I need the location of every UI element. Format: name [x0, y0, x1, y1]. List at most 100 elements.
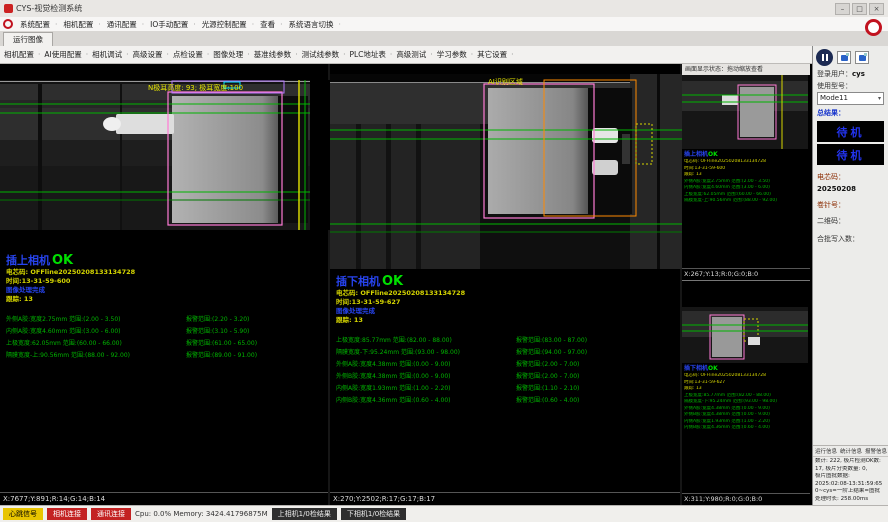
tool-other-settings[interactable]: 其它设置	[477, 49, 517, 60]
upper-camera-result-pill: 上相机1/0检结果	[272, 508, 337, 520]
window-controls: – □ ×	[835, 3, 884, 15]
gripper-image	[116, 114, 174, 134]
total-result-label: 总结果：	[813, 107, 888, 119]
lower-total-result: 待机	[817, 144, 884, 165]
tool-image-process[interactable]: 图像处理	[213, 49, 253, 60]
lower-status-line: 图像处理完成	[336, 307, 674, 316]
lower-barcode-line: 电芯码: OFFline20250208133134728	[336, 289, 674, 298]
lower-ok-badge: OK	[382, 274, 403, 289]
login-user-row: 登录用户：cys	[813, 68, 888, 80]
upper-camera-view[interactable]: N极耳高度: 93; 极耳宽度:100	[0, 80, 330, 230]
upper-status-line: 图像处理完成	[6, 286, 322, 295]
lower-camera-panel: AI识别区域 插下相机OK 电芯码: OFFline20250208133134…	[330, 64, 682, 505]
menu-camera-config[interactable]: 相机配置	[60, 19, 103, 30]
cell-image	[172, 96, 278, 223]
qr-code-row: 二维码：	[813, 215, 888, 227]
measure-row: 隔膜宽度-下:95.24mm 范围:(93.00 - 98.00)报警范围:(9…	[336, 347, 674, 359]
lower-measurements: 上极宽度:85.77mm 范围:(82.00 - 88.00)报警范围:(83.…	[336, 335, 674, 407]
tool-learn-params[interactable]: 学习参数	[437, 49, 477, 60]
upper-barcode-line: 电芯码: OFFline20250208133134728	[6, 268, 322, 277]
measure-row: 内侧B胶:宽度4.36mm 范围:(0.60 - 4.00)报警范围:(0.60…	[336, 395, 674, 407]
brand-logo-icon	[3, 19, 13, 29]
menu-light-control[interactable]: 光源控制配置	[199, 19, 257, 30]
measure-row: 隔膜宽度-上:90.56mm 范围:(88.00 - 92.00)报警范围:(8…	[6, 350, 322, 362]
upper-camera-panel: N极耳高度: 93; 极耳宽度:100 插上相机OK 电芯码: OFFline2…	[0, 64, 330, 505]
menu-comm-config[interactable]: 通讯配置	[104, 19, 147, 30]
upper-result-title: 插上相机OK	[6, 254, 322, 268]
heartbeat-status-badge: 心跳信号	[3, 508, 43, 520]
pause-button[interactable]	[816, 49, 833, 66]
app-icon	[4, 4, 13, 13]
upper-track-line: 跟踪: 13	[6, 295, 322, 304]
measure-row: 内侧A胶:宽度4.60mm 范围:(3.00 - 6.00)报警范围:(3.10…	[6, 326, 322, 338]
app-window: CYS-视觉检测系统 – □ × 系统配置 相机配置 通讯配置 IO手动配置 光…	[0, 0, 888, 522]
lower-pixel-coords: X:270;Y:2502;R:17;G:17;B:17	[330, 492, 680, 505]
tab-stats-info[interactable]: 统计信息	[840, 447, 862, 455]
lower-preview-block: 插下相机OK 电芯码: OFFline20250208133134728 时间:…	[682, 281, 810, 505]
tool-advanced[interactable]: 高级设置	[133, 49, 173, 60]
menu-io-manual[interactable]: IO手动配置	[147, 19, 199, 30]
lower-preview-coords: X:311;Y:980;R:0;G:0;B:0	[682, 493, 810, 505]
upper-result-block: 插上相机OK 电芯码: OFFline20250208133134728 时间:…	[0, 254, 328, 362]
brand-emblem-icon	[865, 19, 882, 36]
batch-write-row: 合批写入数：	[813, 233, 888, 245]
lower-track-line: 跟踪: 13	[336, 316, 674, 325]
menu-system-config[interactable]: 系统配置	[17, 19, 60, 30]
tool-ai-config[interactable]: AI使用配置	[44, 49, 92, 60]
upper-ok-badge: OK	[52, 253, 73, 268]
upper-pixel-coords: X:7677;Y:891;R:14;G:14;B:14	[0, 492, 328, 505]
tool-test-params[interactable]: 测试线参数	[302, 49, 350, 60]
close-button[interactable]: ×	[869, 3, 884, 15]
upper-preview-view[interactable]	[682, 75, 808, 149]
bright-spot	[592, 160, 618, 175]
lower-camera-result-pill: 下相机1/0检结果	[341, 508, 406, 520]
tab-run-info[interactable]: 运行信息	[815, 447, 837, 455]
minimize-button[interactable]: –	[835, 3, 850, 15]
tool-spot-check[interactable]: 点检设置	[173, 49, 213, 60]
upper-overlay-label: N极耳高度: 93; 极耳宽度:100	[148, 83, 243, 92]
login-user-value: cys	[852, 70, 865, 78]
lower-preview-text: 插下相机OK 电芯码: OFFline20250208133134728 时间:…	[682, 363, 810, 493]
sidebar: 登录用户：cys 使用型号： Mode11▾ 总结果： 待机 待机 电芯码： 2…	[812, 46, 888, 505]
tool-baseline[interactable]: 基准线参数	[254, 49, 302, 60]
tool-advanced-test[interactable]: 高级测试	[396, 49, 436, 60]
camera-snapshot-icon[interactable]	[837, 51, 851, 64]
camera-connect-badge: 相机连接	[47, 508, 87, 520]
lower-time-line: 时间:13-31-59-627	[336, 298, 674, 307]
measure-row: 外侧B胶:宽度4.38mm 范围:(0.00 - 9.00)报警范围:(2.00…	[336, 371, 674, 383]
cell-image	[488, 88, 588, 214]
cell-code-value: 20250208	[813, 183, 888, 195]
chevron-down-icon: ▾	[878, 93, 881, 104]
lower-preview-view[interactable]	[682, 307, 808, 363]
tab-alarm-info[interactable]: 报警信息	[865, 447, 887, 455]
upper-preview-block: 插上相机OK 电芯码: OFFline20250208133134728 时间:…	[682, 75, 810, 281]
model-select[interactable]: Mode11▾	[817, 92, 884, 105]
measure-row: 外侧A胶:宽度4.38mm 范围:(0.00 - 9.00)报警范围:(2.00…	[336, 359, 674, 371]
measure-row: 上极宽度:85.77mm 范围:(82.00 - 88.00)报警范围:(83.…	[336, 335, 674, 347]
maximize-button[interactable]: □	[852, 3, 867, 15]
tab-run-image[interactable]: 运行图像	[3, 32, 53, 46]
needle-number-row: 卷针号：	[813, 199, 888, 211]
tool-plc-table[interactable]: PLC地址表	[349, 49, 396, 60]
tool-camera-debug[interactable]: 相机调试	[92, 49, 132, 60]
upper-preview-text: 插上相机OK 电芯码: OFFline20250208133134728 时间:…	[682, 149, 810, 268]
titlebar: CYS-视觉检测系统 – □ ×	[0, 0, 888, 17]
comm-connect-badge: 通讯连接	[91, 508, 131, 520]
sidebar-icon-row	[813, 46, 888, 68]
preview-column: 画面显示状态：拖动缩放查看 插	[682, 64, 810, 505]
lower-camera-view[interactable]: AI识别区域	[330, 74, 682, 269]
model-label: 使用型号：	[813, 80, 888, 92]
measure-row: 内侧A胶:宽度1.93mm 范围:(1.00 - 2.20)报警范围:(1.10…	[336, 383, 674, 395]
image-view-icon[interactable]	[855, 51, 869, 64]
upper-measurements: 外侧A胶:宽度2.75mm 范围:(2.00 - 3.50)报警范围:(2.20…	[6, 314, 322, 362]
lower-result-block: 插下相机OK 电芯码: OFFline20250208133134728 时间:…	[330, 275, 680, 407]
measure-row: 外侧A胶:宽度2.75mm 范围:(2.00 - 3.50)报警范围:(2.20…	[6, 314, 322, 326]
upper-preview-coords: X:267;Y:13;R:0;G:0;B:0	[682, 268, 810, 280]
tool-camera-config[interactable]: 相机配置	[4, 49, 44, 60]
menu-view[interactable]: 查看	[257, 19, 285, 30]
statistics-lines: 数计: 222, 极片检测OK数: 17, 极片分类数量: 0, 极片图批数据:…	[813, 457, 888, 505]
cpu-memory-readout: Cpu: 0.0% Memory: 3424.41796875M	[135, 510, 268, 518]
menu-language-switch[interactable]: 系统语言切换	[285, 19, 343, 30]
window-title: CYS-视觉检测系统	[16, 3, 82, 14]
lower-result-title: 插下相机OK	[336, 275, 674, 289]
